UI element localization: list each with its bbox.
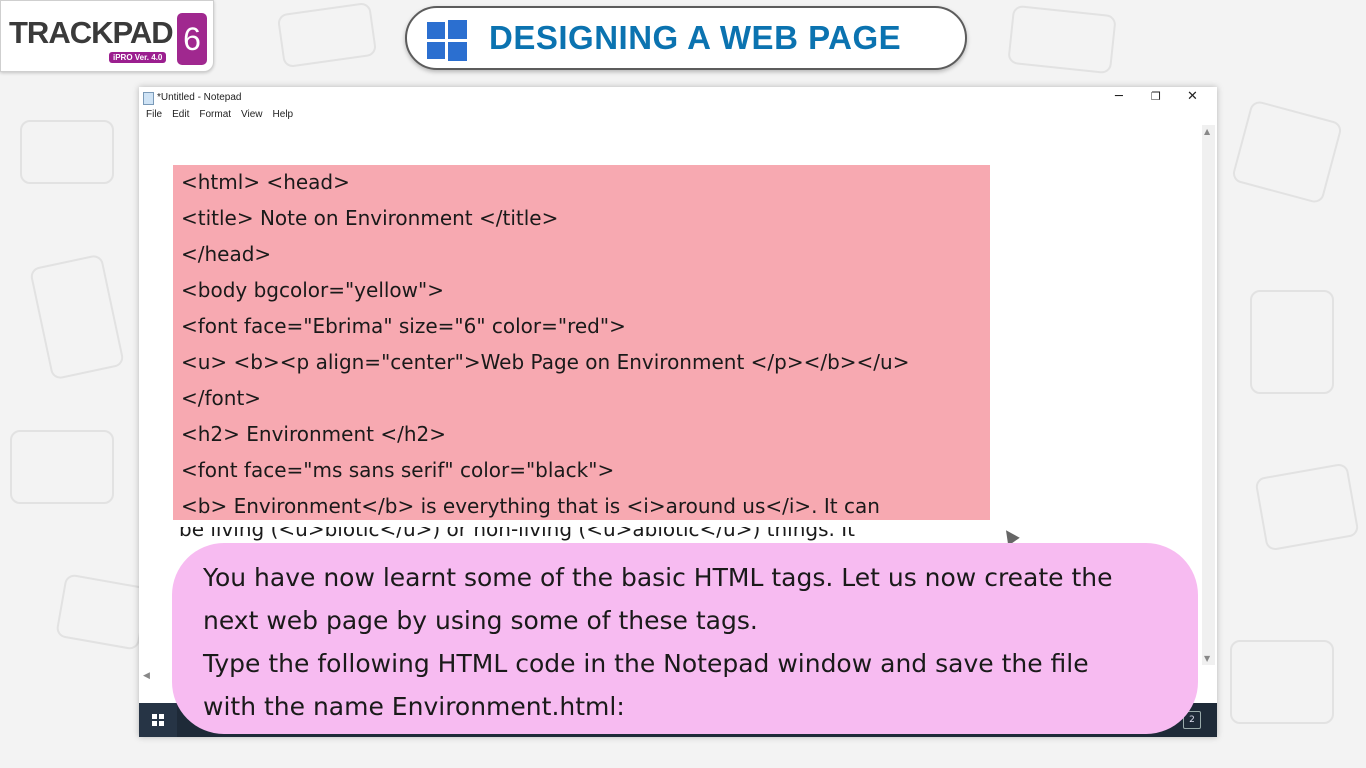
- scroll-left-icon[interactable]: ◀: [143, 671, 150, 681]
- close-button[interactable]: ✕: [1187, 89, 1198, 104]
- logo-number: 6: [177, 13, 207, 65]
- vertical-scrollbar[interactable]: ▲ ▼: [1202, 125, 1215, 665]
- windows-logo-icon: [427, 20, 467, 61]
- minimize-button[interactable]: ─: [1115, 89, 1123, 104]
- highlighted-code[interactable]: <html> <head> <title> Note on Environmen…: [173, 165, 990, 520]
- code-line: <font face="ms sans serif" color="black"…: [181, 458, 615, 482]
- code-line: be living (<u>biotic</u>) or non-living …: [179, 527, 855, 541]
- instruction-line: Type the following HTML code in the Note…: [203, 649, 1089, 678]
- menu-bar: File Edit Format View Help: [146, 109, 293, 125]
- menu-file[interactable]: File: [146, 109, 162, 125]
- menu-view[interactable]: View: [241, 109, 263, 125]
- logo-text: TRACKPAD: [9, 15, 174, 50]
- scroll-up-icon[interactable]: ▲: [1204, 127, 1210, 136]
- banner-title: DESIGNING A WEB PAGE: [489, 19, 902, 56]
- code-line: <h2> Environment </h2>: [181, 422, 446, 446]
- menu-format[interactable]: Format: [199, 109, 231, 125]
- instruction-line: with the name Environment.html:: [203, 692, 625, 721]
- window-title: *Untitled - Notepad: [157, 92, 242, 103]
- code-line: <html> <head>: [181, 170, 350, 194]
- code-line: </font>: [181, 386, 262, 410]
- instruction-line: You have now learnt some of the basic HT…: [203, 563, 1113, 592]
- menu-help[interactable]: Help: [273, 109, 294, 125]
- instruction-text: You have now learnt some of the basic HT…: [203, 556, 1183, 728]
- trackpad-logo: TRACKPAD iPRO Ver. 4.0 6: [0, 0, 214, 72]
- notepad-icon: [143, 92, 154, 105]
- windows-start-icon: [152, 714, 164, 726]
- menu-edit[interactable]: Edit: [172, 109, 189, 125]
- scroll-down-icon[interactable]: ▼: [1204, 654, 1210, 663]
- restore-button[interactable]: ❐: [1151, 90, 1161, 103]
- start-button[interactable]: [139, 703, 177, 737]
- notepad-titlebar[interactable]: *Untitled - Notepad ─ ❐ ✕: [139, 87, 1217, 109]
- code-line: <b> Environment</b> is everything that i…: [181, 494, 880, 518]
- title-banner: DESIGNING A WEB PAGE: [405, 6, 967, 70]
- code-line: <u> <b><p align="center">Web Page on Env…: [181, 350, 910, 374]
- code-line: <body bgcolor="yellow">: [181, 278, 444, 302]
- code-line: <title> Note on Environment </title>: [181, 206, 559, 230]
- instruction-bubble: You have now learnt some of the basic HT…: [172, 543, 1198, 734]
- code-line: </head>: [181, 242, 272, 266]
- code-line: <font face="Ebrima" size="6" color="red"…: [181, 314, 626, 338]
- instruction-line: next web page by using some of these tag…: [203, 606, 758, 635]
- logo-version: iPRO Ver. 4.0: [109, 52, 167, 63]
